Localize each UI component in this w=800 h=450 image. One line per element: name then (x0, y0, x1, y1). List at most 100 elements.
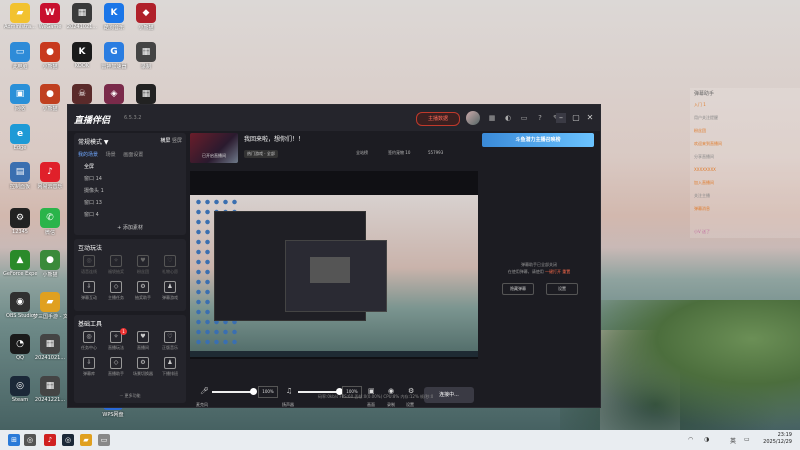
windows-start-icon[interactable]: ⊞ (8, 434, 20, 446)
volume-icon[interactable]: ◑ (704, 436, 709, 443)
desktop-shortcut[interactable]: ▦ 20241021... (65, 3, 99, 30)
desktop-shortcut[interactable]: ▰ 梦三国手游 - 文件 (33, 292, 67, 320)
desktop-shortcut[interactable]: W WeGame (33, 3, 67, 30)
desktop-shortcut[interactable]: e Edge (3, 124, 37, 151)
stat-pet[interactable]: 签约宠物 10 (388, 150, 410, 156)
microphone-icon[interactable]: 🎤︎ (200, 387, 209, 395)
tab-display[interactable]: 画面设置 (123, 152, 143, 158)
reset-link[interactable]: 重置 (562, 269, 570, 274)
add-material-button[interactable]: + 添加素材 (74, 224, 186, 231)
network-icon[interactable]: ◠ (688, 436, 693, 443)
interactive-tool[interactable]: ⇩ 弹幕互动 (76, 281, 102, 301)
interactive-tool[interactable]: ♡ 礼物心愿 (157, 255, 183, 275)
desktop-shortcut[interactable]: ◆ 小熊猫 (129, 3, 163, 31)
desktop-shortcut[interactable]: ● 小熊猫 (33, 84, 67, 112)
desktop-shortcut[interactable]: ▭ 此电脑 (3, 42, 37, 70)
system-clock[interactable]: 23:19 2025/12/29 (763, 432, 792, 446)
mode-dropdown[interactable]: 常规模式 ▼ (78, 137, 109, 146)
app-taskbar-icon[interactable]: ▭ (98, 434, 110, 446)
scene-item[interactable]: 窗口 13 (84, 199, 102, 206)
desktop-shortcut[interactable]: G 雷神加速器 (97, 42, 131, 70)
minimize-icon[interactable]: – (556, 113, 566, 123)
stream-preview[interactable] (190, 171, 478, 359)
desktop-shortcut[interactable]: ▦ 20241221... (33, 376, 67, 403)
hide-chat-button[interactable]: 隐藏弹幕 (502, 283, 534, 295)
desktop-shortcut[interactable]: ◔ QQ (3, 334, 37, 361)
scene-item[interactable]: 窗口 4 (84, 211, 99, 218)
desktop-shortcut[interactable]: K KOOK (65, 42, 99, 69)
desktop-shortcut[interactable]: ◉ OBS Studio (3, 292, 37, 319)
desktop-shortcut[interactable]: K 酷狗音乐 (97, 3, 131, 31)
desktop-shortcut-label: 12345 (12, 229, 28, 235)
tool-label: 正版音乐 (162, 345, 178, 350)
tools-tool[interactable]: ◇ 直播助手 (103, 357, 129, 377)
portrait-option[interactable]: 竖屏 (172, 138, 182, 144)
desktop-shortcut[interactable]: ▦ 20241021... (33, 334, 67, 361)
mic-volume[interactable]: 100% (258, 386, 278, 398)
room-title[interactable]: 我回来啦，想你们！！ (244, 134, 304, 143)
obs-icon: ◉ (10, 292, 30, 312)
tab-my-scenes[interactable]: 我的场景 (78, 152, 98, 158)
stat-rank[interactable]: 全站榜 (356, 150, 368, 156)
desktop-shortcut[interactable]: ◎ Steam (3, 376, 37, 403)
desktop-shortcut[interactable]: ▦ 录制 (129, 42, 163, 70)
tools-tool[interactable]: ◎ 任务中心 (76, 331, 102, 351)
language-indicator[interactable]: 英 (730, 436, 736, 445)
desktop-shortcut-label: 网络 (14, 106, 25, 112)
tools-tool[interactable]: ♡ 正版音乐 (157, 331, 183, 351)
open-link[interactable]: 一键打开 (545, 269, 561, 274)
interactive-tool[interactable]: ⚙ 抽奖助手 (130, 281, 156, 301)
desktop-shortcut[interactable]: ✆ 微信 (33, 208, 67, 236)
interactive-tool[interactable]: ♟ 弹幕游戏 (157, 281, 183, 301)
tab-scenes[interactable]: 场景 (106, 152, 116, 158)
headset-icon[interactable]: ◐ (504, 114, 512, 122)
speaker-slider[interactable] (298, 391, 340, 393)
grid-icon[interactable]: ▦ (488, 114, 496, 122)
maximize-icon[interactable]: ▢ (571, 113, 581, 123)
desktop-shortcut[interactable]: ● 小熊猫 (33, 42, 67, 70)
promo-banner[interactable]: 斗鱼潜力主播召唤榜 (482, 133, 594, 147)
orientation-toggle[interactable]: 横屏 竖屏 (160, 137, 182, 144)
interactive-tool[interactable]: ✧ 福袋抽奖 (103, 255, 129, 275)
tools-tool[interactable]: ♟ 下播排班 (157, 357, 183, 377)
desktop-shortcut[interactable]: ▲GeForce Experience (3, 250, 37, 277)
tools-tool[interactable]: ⇩ 弹幕库 (76, 357, 102, 377)
streamer-data-button[interactable]: 主播数据 (416, 112, 460, 126)
mic-slider-knob[interactable] (250, 388, 257, 395)
close-icon[interactable]: ✕ (585, 113, 595, 123)
message-icon[interactable]: ▭ (520, 114, 528, 122)
desktop-shortcut[interactable]: ▤ 控制面板 (3, 162, 37, 190)
battery-icon[interactable]: ▭ (744, 436, 750, 443)
file-explorer-icon[interactable]: ▰ (80, 434, 92, 446)
desktop-shortcut[interactable]: ● 小熊猫 (33, 250, 67, 278)
speaker-icon[interactable]: ♫ (286, 387, 292, 395)
help-icon[interactable]: ? (536, 114, 544, 122)
more-features-link[interactable]: ··· 更多功能 (74, 393, 186, 399)
tools-tool[interactable]: ♥ 直播间 (130, 331, 156, 351)
tools-tool[interactable]: ✧ 直播玩法 1 (103, 328, 129, 351)
chat-settings-button[interactable]: 设置 (546, 283, 578, 295)
desktop-shortcut[interactable]: ⚙ 12345 (3, 208, 37, 235)
interactive-tool[interactable]: ◇ 主播任务 (103, 281, 129, 301)
avatar[interactable] (466, 111, 480, 125)
interactive-tool[interactable]: ◎ 语音连线 (76, 255, 102, 275)
steam-taskbar-icon[interactable]: ◎ (62, 434, 74, 446)
desktop-shortcut[interactable]: ☠ (65, 84, 99, 105)
scene-item[interactable]: 摄像头 1 (84, 187, 104, 194)
desktop-shortcut[interactable]: ◈ (97, 84, 131, 105)
desktop-shortcut[interactable]: ▣ 网络 (3, 84, 37, 112)
desktop-shortcut-label: 20241221... (34, 397, 66, 403)
interactive-tool[interactable]: ♥ 粉丝团 (130, 255, 156, 275)
desktop-shortcut[interactable]: ▦ (129, 84, 163, 105)
landscape-option[interactable]: 横屏 (160, 138, 170, 144)
chat-overlay-widget[interactable]: 弹幕助手 入门 1 用户关注提醒 粉丝团 欢迎来到直播间 分享直播间 XXXXXXXX 加入… (690, 88, 800, 238)
desktop-shortcut[interactable]: ▰ Administra... (3, 3, 37, 30)
scene-item[interactable]: 全屏 (84, 163, 94, 170)
tools-tool[interactable]: ⚙ 场景切换器 (130, 357, 156, 377)
room-category[interactable]: 热门游戏 · 全部 (244, 150, 278, 158)
search-icon[interactable]: ◎ (24, 434, 36, 446)
app3-icon: ● (40, 250, 60, 270)
desktop-shortcut[interactable]: ♪ 网易云音乐 (33, 162, 67, 190)
netease-taskbar-icon[interactable]: ♪ (44, 434, 56, 446)
scene-item[interactable]: 窗口 14 (84, 175, 102, 182)
